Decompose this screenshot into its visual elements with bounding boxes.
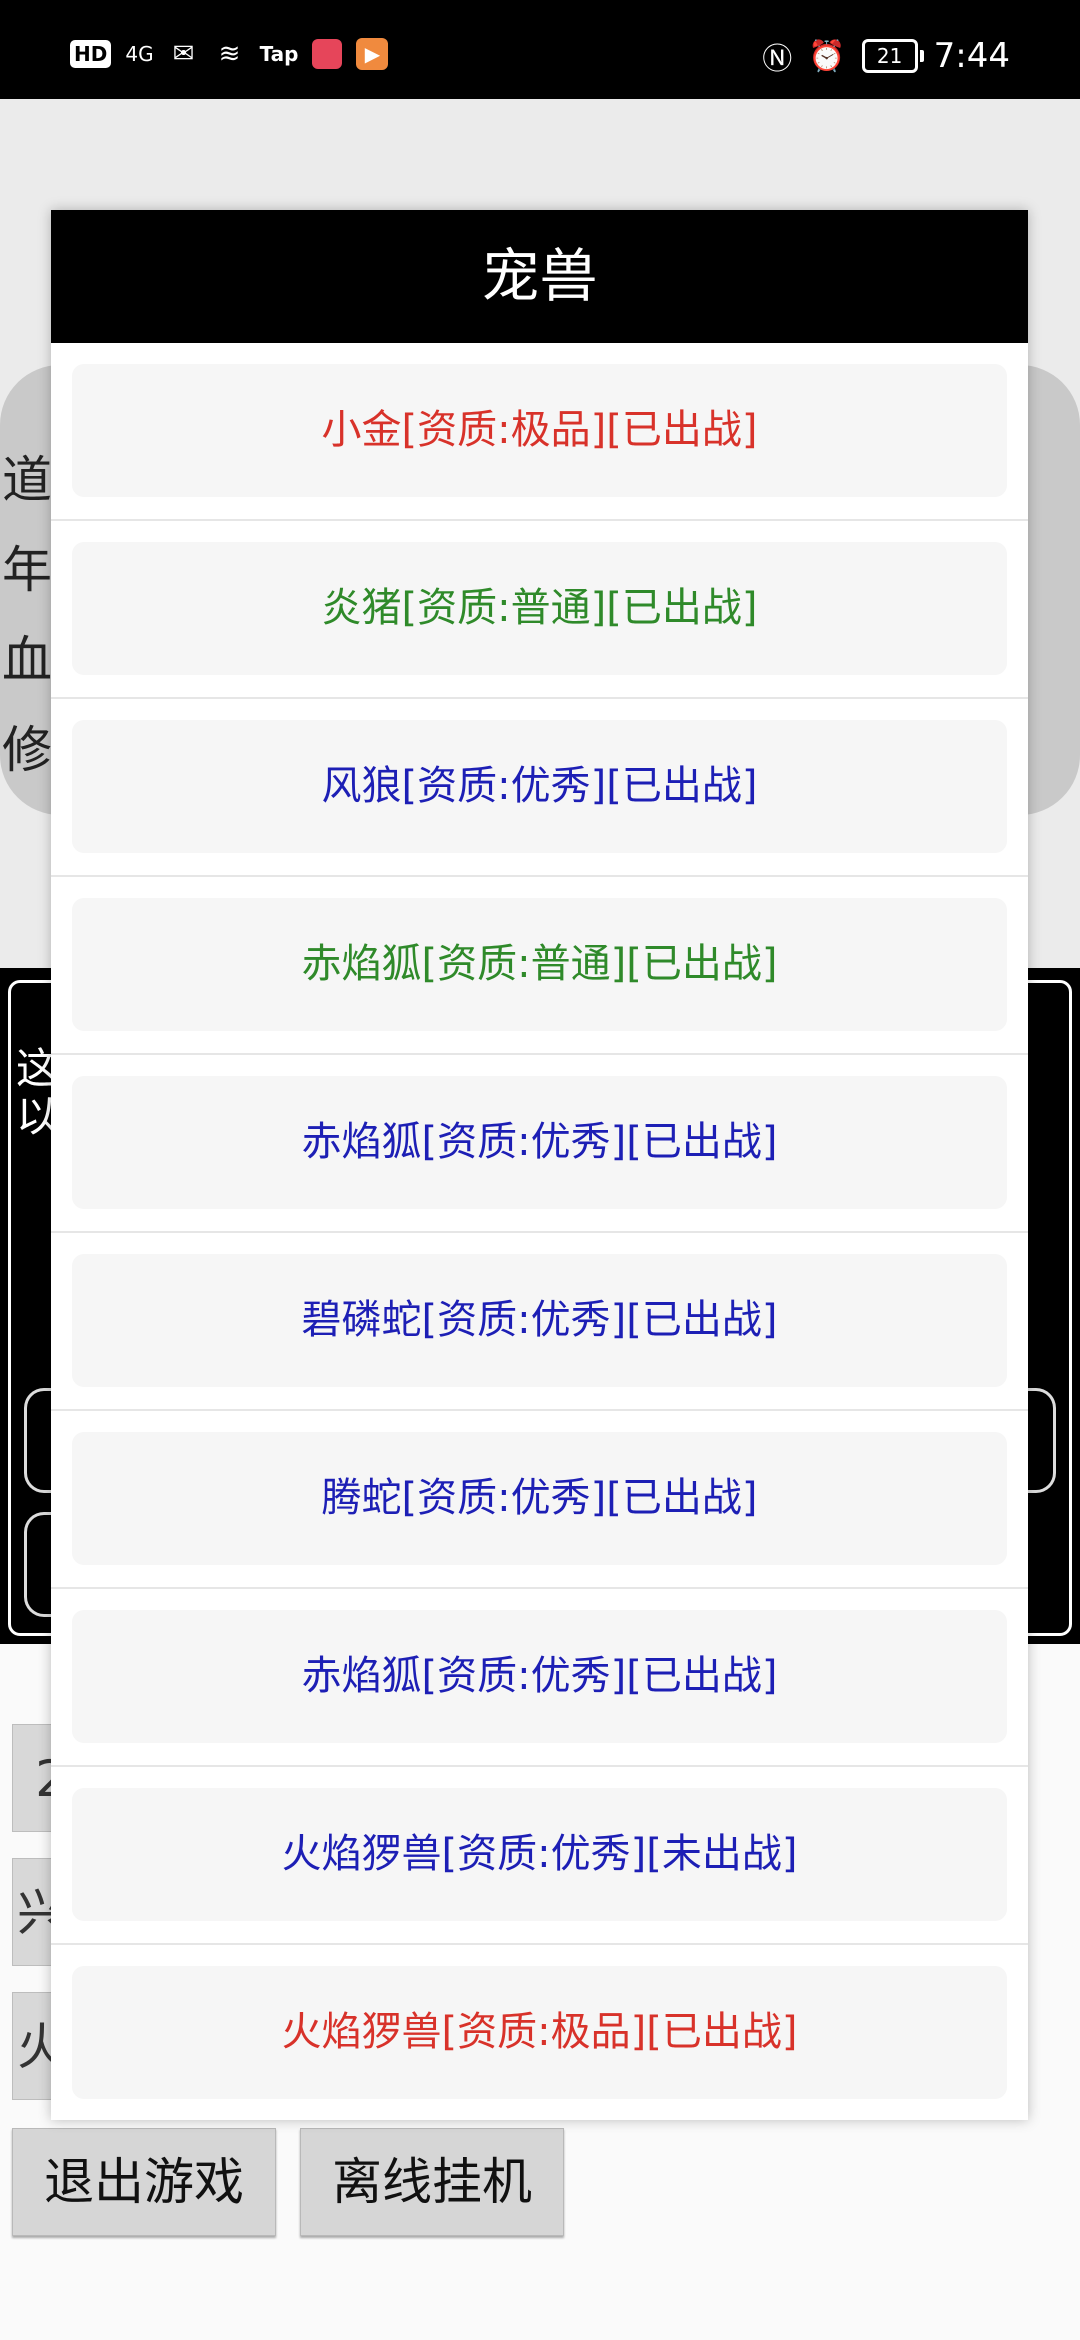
pet-button[interactable]: 赤焰狐[资质:普通][已出战] [72,898,1007,1031]
battery-icon: 21 [861,39,924,73]
pet-button[interactable]: 炎猪[资质:普通][已出战] [72,542,1007,675]
pet-button[interactable]: 小金[资质:极品][已出战] [72,364,1007,497]
clock: 7:44 [933,36,1010,76]
app-notification-icon [312,39,343,69]
alarm-icon: ⏰ [808,38,846,74]
pet-button[interactable]: 腾蛇[资质:优秀][已出战] [72,1432,1007,1565]
wechat-icon: ✉ [172,39,195,69]
pet-list-item: 炎猪[资质:普通][已出战] [51,521,1028,699]
pet-list: 小金[资质:极品][已出战] 炎猪[资质:普通][已出战] 风狼[资质:优秀][已出… [51,343,1028,2123]
status-left: HD 4G ✉ ≋ Tap ▶ [70,38,389,70]
pet-list-item: 赤焰狐[资质:优秀][已出战] [51,1055,1028,1233]
signal-icon: 4G [125,42,154,66]
taptap-icon: Tap [259,42,299,66]
pet-list-item: 火焰猡兽[资质:优秀][未出战] [51,1767,1028,1945]
offline-idle-button[interactable]: 离线挂机 [300,2128,564,2236]
pet-button[interactable]: 碧磷蛇[资质:优秀][已出战] [72,1254,1007,1387]
pet-list-item: 碧磷蛇[资质:优秀][已出战] [51,1233,1028,1411]
stat-label: 年 [2,541,52,599]
pet-button[interactable]: 火焰猡兽[资质:极品][已出战] [72,1966,1007,2099]
pet-button[interactable]: 赤焰狐[资质:优秀][已出战] [72,1076,1007,1209]
nfc-icon: Ⓝ [762,42,793,77]
status-right: Ⓝ ⏰ 21 7:44 [762,34,1010,78]
pet-list-item: 火焰猡兽[资质:极品][已出战] [51,1945,1028,2123]
video-app-icon: ▶ [356,38,389,70]
pet-button[interactable]: 赤焰狐[资质:优秀][已出战] [72,1610,1007,1743]
exit-game-button[interactable]: 退出游戏 [12,2128,276,2236]
pet-list-item: 风狼[资质:优秀][已出战] [51,699,1028,877]
pet-button[interactable]: 风狼[资质:优秀][已出战] [72,720,1007,853]
stat-label: 道 [2,451,52,509]
pet-button[interactable]: 火焰猡兽[资质:优秀][未出战] [72,1788,1007,1921]
pet-list-item: 小金[资质:极品][已出战] [51,343,1028,521]
pet-dialog: 宠兽 小金[资质:极品][已出战] 炎猪[资质:普通][已出战] 风狼[资质:优秀]… [51,210,1028,2120]
status-bar: HD 4G ✉ ≋ Tap ▶ Ⓝ ⏰ 21 7:44 [0,0,1080,99]
pet-list-item: 赤焰狐[资质:优秀][已出战] [51,1589,1028,1767]
pet-list-item: 赤焰狐[资质:普通][已出战] [51,877,1028,1055]
dialog-title: 宠兽 [51,210,1028,343]
stat-label: 修 [2,721,52,779]
wifi-icon: ≋ [218,39,241,69]
pet-list-item: 腾蛇[资质:优秀][已出战] [51,1411,1028,1589]
stat-label: 血 [2,631,52,689]
hd-icon: HD [70,40,112,68]
